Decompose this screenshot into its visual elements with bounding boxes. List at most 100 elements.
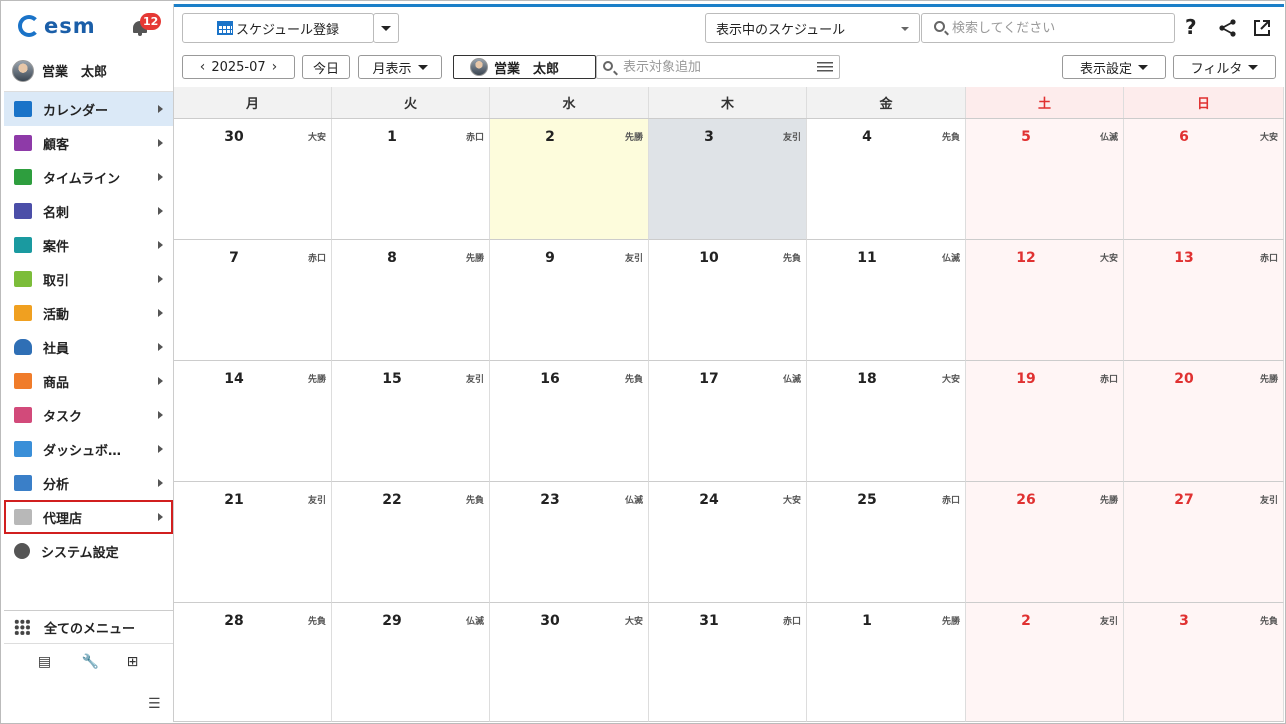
search-input[interactable] bbox=[921, 13, 1175, 43]
app-logo[interactable]: esm bbox=[18, 14, 96, 38]
sidebar-item-11[interactable]: 分析 bbox=[4, 466, 173, 500]
sidebar-item-0[interactable]: カレンダー bbox=[4, 92, 173, 126]
day-cell[interactable]: 26 先勝 bbox=[966, 482, 1124, 603]
share-icon[interactable] bbox=[1218, 18, 1238, 38]
day-cell[interactable]: 30 大安 bbox=[174, 119, 332, 240]
sidebar-item-label: 案件 bbox=[43, 239, 70, 255]
header-accent-line bbox=[174, 4, 1284, 7]
all-menu-button[interactable]: 全てのメニュー bbox=[4, 610, 173, 644]
schedule-view-select[interactable]: 表示中のスケジュール bbox=[705, 13, 920, 43]
gear-icon bbox=[14, 543, 30, 559]
sidebar-item-13[interactable]: システム設定 bbox=[4, 534, 173, 568]
prev-month-icon[interactable]: ‹ bbox=[200, 59, 206, 75]
sidebar-item-8[interactable]: 商品 bbox=[4, 364, 173, 398]
day-cell[interactable]: 17 仏滅 bbox=[649, 361, 807, 482]
open-external-icon[interactable] bbox=[1252, 18, 1272, 38]
person-icon bbox=[14, 339, 32, 355]
day-cell[interactable]: 2 先勝 bbox=[490, 119, 649, 240]
month-view-select[interactable]: 月表示 bbox=[358, 55, 442, 79]
wrench-icon[interactable]: 🔧 bbox=[82, 655, 99, 669]
day-cell[interactable]: 1 赤口 bbox=[332, 119, 490, 240]
day-cell[interactable]: 3 友引 bbox=[649, 119, 807, 240]
today-button[interactable]: 今日 bbox=[302, 55, 350, 79]
weekday-label: 日 bbox=[1124, 87, 1284, 118]
rokuyo-label: 先負 bbox=[307, 617, 326, 627]
sidebar-item-2[interactable]: タイムライン bbox=[4, 160, 173, 194]
user-name: 営業 太郎 bbox=[42, 65, 108, 80]
person-chip[interactable]: 営業 太郎 bbox=[453, 55, 596, 79]
day-cell[interactable]: 11 仏滅 bbox=[807, 240, 966, 361]
day-cell[interactable]: 19 赤口 bbox=[966, 361, 1124, 482]
day-cell[interactable]: 3 先負 bbox=[1124, 603, 1284, 722]
target-add-input[interactable] bbox=[596, 55, 840, 79]
chevron-right-icon bbox=[158, 105, 163, 113]
sidebar-item-6[interactable]: 活動 bbox=[4, 296, 173, 330]
month-calendar: 月火水木金土日 30 大安 1 赤口 2 先勝 3 友引 4 先負 5 仏滅 6 大安 7 赤口 8 先勝 9 友引 1… bbox=[174, 87, 1284, 722]
sidebar-item-3[interactable]: 名刺 bbox=[4, 194, 173, 228]
day-cell[interactable]: 10 先負 bbox=[649, 240, 807, 361]
day-cell[interactable]: 5 仏滅 bbox=[966, 119, 1124, 240]
display-settings-button[interactable]: 表示設定 bbox=[1062, 55, 1166, 79]
sidebar-item-1[interactable]: 顧客 bbox=[4, 126, 173, 160]
chevron-right-icon bbox=[158, 173, 163, 181]
day-cell[interactable]: 7 赤口 bbox=[174, 240, 332, 361]
user-profile[interactable]: 営業 太郎 bbox=[4, 50, 173, 92]
day-cell[interactable]: 6 大安 bbox=[1124, 119, 1284, 240]
chevron-right-icon bbox=[158, 445, 163, 453]
day-cell[interactable]: 30 大安 bbox=[490, 603, 649, 722]
day-cell[interactable]: 28 先負 bbox=[174, 603, 332, 722]
ledger-icon bbox=[14, 271, 32, 287]
day-cell[interactable]: 16 先負 bbox=[490, 361, 649, 482]
day-cell[interactable]: 22 先負 bbox=[332, 482, 490, 603]
day-cell[interactable]: 25 赤口 bbox=[807, 482, 966, 603]
building-icon bbox=[14, 135, 32, 151]
sidebar-item-5[interactable]: 取引 bbox=[4, 262, 173, 296]
collapse-sidebar-icon[interactable]: ☰ bbox=[148, 696, 161, 712]
month-view-label: 月表示 bbox=[372, 61, 412, 77]
day-cell[interactable]: 31 赤口 bbox=[649, 603, 807, 722]
sliders-icon[interactable] bbox=[817, 61, 833, 73]
day-cell[interactable]: 18 大安 bbox=[807, 361, 966, 482]
rokuyo-label: 先負 bbox=[624, 375, 643, 385]
filter-button[interactable]: フィルタ bbox=[1173, 55, 1276, 79]
chevron-right-icon bbox=[158, 479, 163, 487]
bookmark-shield-icon[interactable]: ▤ bbox=[38, 655, 52, 669]
day-cell[interactable]: 9 友引 bbox=[490, 240, 649, 361]
day-cell[interactable]: 27 友引 bbox=[1124, 482, 1284, 603]
day-cell[interactable]: 24 大安 bbox=[649, 482, 807, 603]
day-cell[interactable]: 1 先勝 bbox=[807, 603, 966, 722]
sidebar-footer: 全てのメニュー ▤ 🔧 ⊞ ☰ bbox=[4, 610, 173, 712]
day-cell[interactable]: 23 仏滅 bbox=[490, 482, 649, 603]
day-cell[interactable]: 20 先勝 bbox=[1124, 361, 1284, 482]
schedule-register-dropdown[interactable] bbox=[373, 13, 399, 43]
sidebar-item-9[interactable]: タスク bbox=[4, 398, 173, 432]
chevron-down-icon bbox=[381, 25, 391, 31]
sidebar-item-12[interactable]: 代理店 bbox=[4, 500, 173, 534]
help-icon[interactable]: ? bbox=[1185, 15, 1197, 39]
rokuyo-label: 先負 bbox=[782, 254, 801, 264]
day-cell[interactable]: 29 仏滅 bbox=[332, 603, 490, 722]
day-cell[interactable]: 14 先勝 bbox=[174, 361, 332, 482]
day-cell[interactable]: 4 先負 bbox=[807, 119, 966, 240]
rokuyo-label: 友引 bbox=[1099, 617, 1118, 627]
chevron-down-icon bbox=[1248, 64, 1259, 70]
chevron-down-icon bbox=[1138, 64, 1148, 70]
day-cell[interactable]: 13 赤口 bbox=[1124, 240, 1284, 361]
sidebar-item-7[interactable]: 社員 bbox=[4, 330, 173, 364]
table-icon[interactable]: ⊞ bbox=[126, 655, 140, 669]
sidebar-item-10[interactable]: ダッシュボ… bbox=[4, 432, 173, 466]
sidebar-item-label: 取引 bbox=[43, 273, 70, 289]
sidebar-item-4[interactable]: 案件 bbox=[4, 228, 173, 262]
rokuyo-label: 仏滅 bbox=[1099, 133, 1118, 143]
day-cell[interactable]: 21 友引 bbox=[174, 482, 332, 603]
day-cell[interactable]: 15 友引 bbox=[332, 361, 490, 482]
day-cell[interactable]: 8 先勝 bbox=[332, 240, 490, 361]
notification-badge: 12 bbox=[140, 13, 162, 30]
schedule-register-button[interactable]: スケジュール登録 bbox=[182, 13, 374, 43]
sidebar-item-label: カレンダー bbox=[43, 103, 109, 119]
rokuyo-label: 先勝 bbox=[941, 617, 960, 627]
day-cell[interactable]: 2 友引 bbox=[966, 603, 1124, 722]
next-month-icon[interactable]: › bbox=[272, 59, 278, 75]
sidebar-item-label: 名刺 bbox=[43, 205, 70, 221]
day-cell[interactable]: 12 大安 bbox=[966, 240, 1124, 361]
